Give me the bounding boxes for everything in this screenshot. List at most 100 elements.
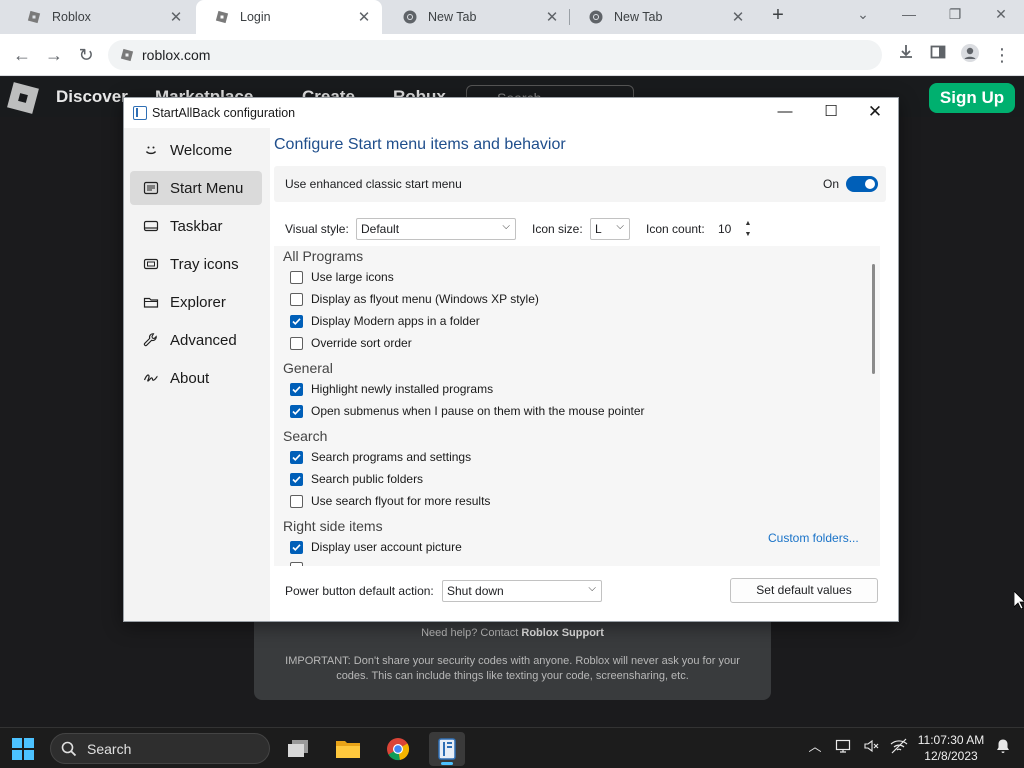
maximize-button[interactable]: ☐ [808, 98, 854, 128]
option-override-sort-order[interactable]: Override sort order [290, 336, 412, 350]
close-window-button[interactable]: ✕ [978, 0, 1024, 30]
checkbox-checked[interactable] [290, 540, 303, 554]
close-tab-icon[interactable]: ✕ [168, 8, 184, 26]
sidebar-item-start-menu[interactable]: Start Menu [130, 171, 262, 205]
tab-new-tab[interactable]: New Tab ✕ [570, 0, 756, 34]
checkbox-checked[interactable] [290, 450, 303, 464]
checkbox-checked[interactable] [290, 404, 303, 418]
windows-taskbar: Search ︿ 11:07:30 AM 12/8/2023 [0, 727, 1024, 768]
custom-folders-link[interactable]: Custom folders... [768, 531, 859, 545]
checkbox[interactable] [290, 270, 303, 284]
settings-sidebar: Welcome Start Menu Taskbar Tray icons Ex… [124, 128, 270, 621]
menu-kebab-icon[interactable]: ⋮ [990, 43, 1014, 67]
speaker-muted-icon[interactable] [862, 738, 880, 756]
vertical-scrollbar[interactable] [872, 264, 875, 374]
option-label: Search public folders [311, 472, 424, 486]
tab-roblox[interactable]: Roblox ✕ [8, 0, 194, 34]
taskbar-search-box[interactable]: Search [50, 733, 270, 764]
sidebar-item-label: Welcome [170, 141, 233, 159]
option-use-large-icons[interactable]: Use large icons [290, 270, 394, 284]
option-label: Use search flyout for more results [311, 494, 491, 508]
file-explorer-button[interactable] [330, 732, 366, 766]
option-search-flyout[interactable]: Use search flyout for more results [290, 494, 490, 508]
icon-count-stepper[interactable]: 10 ▲ ▼ [714, 218, 754, 240]
tab-new-tab[interactable]: New Tab ✕ [384, 0, 570, 34]
sidebar-item-advanced[interactable]: Advanced [130, 323, 262, 357]
visual-style-label: Visual style: [285, 222, 349, 236]
option-label: Highlight newly installed programs [311, 382, 494, 396]
checkbox[interactable] [290, 292, 303, 306]
close-button[interactable]: ✕ [852, 98, 898, 128]
checkbox[interactable] [290, 494, 303, 508]
roblox-support-link[interactable]: Roblox Support [521, 627, 604, 639]
checkbox-checked[interactable] [290, 382, 303, 396]
window-titlebar[interactable]: StartAllBack configuration — ☐ ✕ [124, 98, 898, 128]
set-default-values-button[interactable]: Set default values [730, 578, 878, 603]
task-view-icon [288, 740, 308, 757]
chevron-down-icon[interactable]: ▼ [742, 229, 754, 240]
notification-bell-icon[interactable] [994, 738, 1012, 756]
signup-button[interactable]: Sign Up [929, 83, 1015, 113]
option-search-public-folders[interactable]: Search public folders [290, 472, 423, 486]
section-general: General [283, 360, 333, 376]
profile-avatar[interactable] [958, 43, 982, 67]
roblox-logo[interactable] [7, 82, 39, 114]
minimize-button[interactable]: — [762, 98, 808, 128]
option-search-programs[interactable]: Search programs and settings [290, 450, 471, 464]
chrome-taskbar-button[interactable] [380, 732, 416, 766]
chevron-up-icon[interactable]: ▲ [742, 218, 754, 229]
sidebar-item-tray-icons[interactable]: Tray icons [130, 247, 262, 281]
toggle-state-label: On [823, 177, 840, 191]
visual-style-select[interactable]: Default ⌵ [356, 218, 516, 240]
system-clock[interactable]: 11:07:30 AM 12/8/2023 [914, 732, 988, 764]
url-text: roblox.com [142, 47, 211, 63]
new-tab-button[interactable]: + [768, 5, 788, 26]
close-tab-icon[interactable]: ✕ [356, 8, 372, 26]
tab-search-icon[interactable]: ⌄ [840, 0, 886, 30]
restore-button[interactable]: ❐ [932, 0, 978, 30]
side-panel-icon[interactable] [926, 43, 950, 67]
address-bar[interactable]: roblox.com [108, 40, 882, 70]
checkbox-checked[interactable] [290, 314, 303, 328]
icon-size-select[interactable]: L ⌵ [590, 218, 630, 240]
option-open-submenus-on-hover[interactable]: Open submenus when I pause on them with … [290, 404, 645, 418]
sidebar-item-taskbar[interactable]: Taskbar [130, 209, 262, 243]
option-display-user-picture[interactable]: Display user account picture [290, 540, 462, 554]
startallback-taskbar-button[interactable] [429, 732, 465, 766]
power-button-select[interactable]: Shut down ⌵ [442, 580, 602, 602]
visual-style-row: Visual style: Default ⌵ Icon size: L ⌵ I… [274, 216, 886, 242]
tab-login[interactable]: Login ✕ [196, 0, 382, 34]
back-button[interactable]: ← [10, 43, 34, 67]
network-disconnected-icon[interactable] [890, 738, 908, 756]
option-partially-hidden[interactable] [290, 562, 311, 566]
chevron-up-icon[interactable]: ︿ [806, 738, 824, 756]
power-button-label: Power button default action: [285, 584, 434, 598]
login-help-card: Need help? Contact Roblox Support IMPORT… [254, 622, 771, 700]
sidebar-item-welcome[interactable]: Welcome [130, 133, 262, 167]
sidebar-item-explorer[interactable]: Explorer [130, 285, 262, 319]
option-modern-apps-folder[interactable]: Display Modern apps in a folder [290, 314, 480, 328]
visual-style-value: Default [361, 222, 400, 236]
minimize-button[interactable]: — [886, 0, 932, 30]
windows-start-button[interactable] [12, 738, 34, 760]
display-icon[interactable] [834, 738, 852, 756]
close-tab-icon[interactable]: ✕ [730, 8, 746, 26]
sidebar-item-about[interactable]: About [130, 361, 262, 395]
reload-button[interactable]: ↻ [74, 43, 98, 67]
download-icon[interactable] [894, 43, 918, 67]
option-display-as-flyout[interactable]: Display as flyout menu (Windows XP style… [290, 292, 539, 306]
power-button-value: Shut down [447, 584, 504, 598]
option-highlight-new-programs[interactable]: Highlight newly installed programs [290, 382, 493, 396]
checkbox[interactable] [290, 336, 303, 350]
option-label: Display user account picture [311, 540, 462, 554]
forward-button[interactable]: → [42, 43, 66, 67]
task-view-button[interactable] [280, 732, 316, 766]
close-tab-icon[interactable]: ✕ [544, 8, 560, 26]
checkbox[interactable] [290, 562, 303, 566]
icon-size-label: Icon size: [532, 222, 583, 236]
checkbox-checked[interactable] [290, 472, 303, 486]
tab-title: New Tab [614, 10, 663, 24]
security-warning: IMPORTANT: Don't share your security cod… [285, 655, 740, 682]
enhanced-start-menu-toggle[interactable] [846, 176, 878, 192]
nav-discover[interactable]: Discover [56, 87, 128, 107]
